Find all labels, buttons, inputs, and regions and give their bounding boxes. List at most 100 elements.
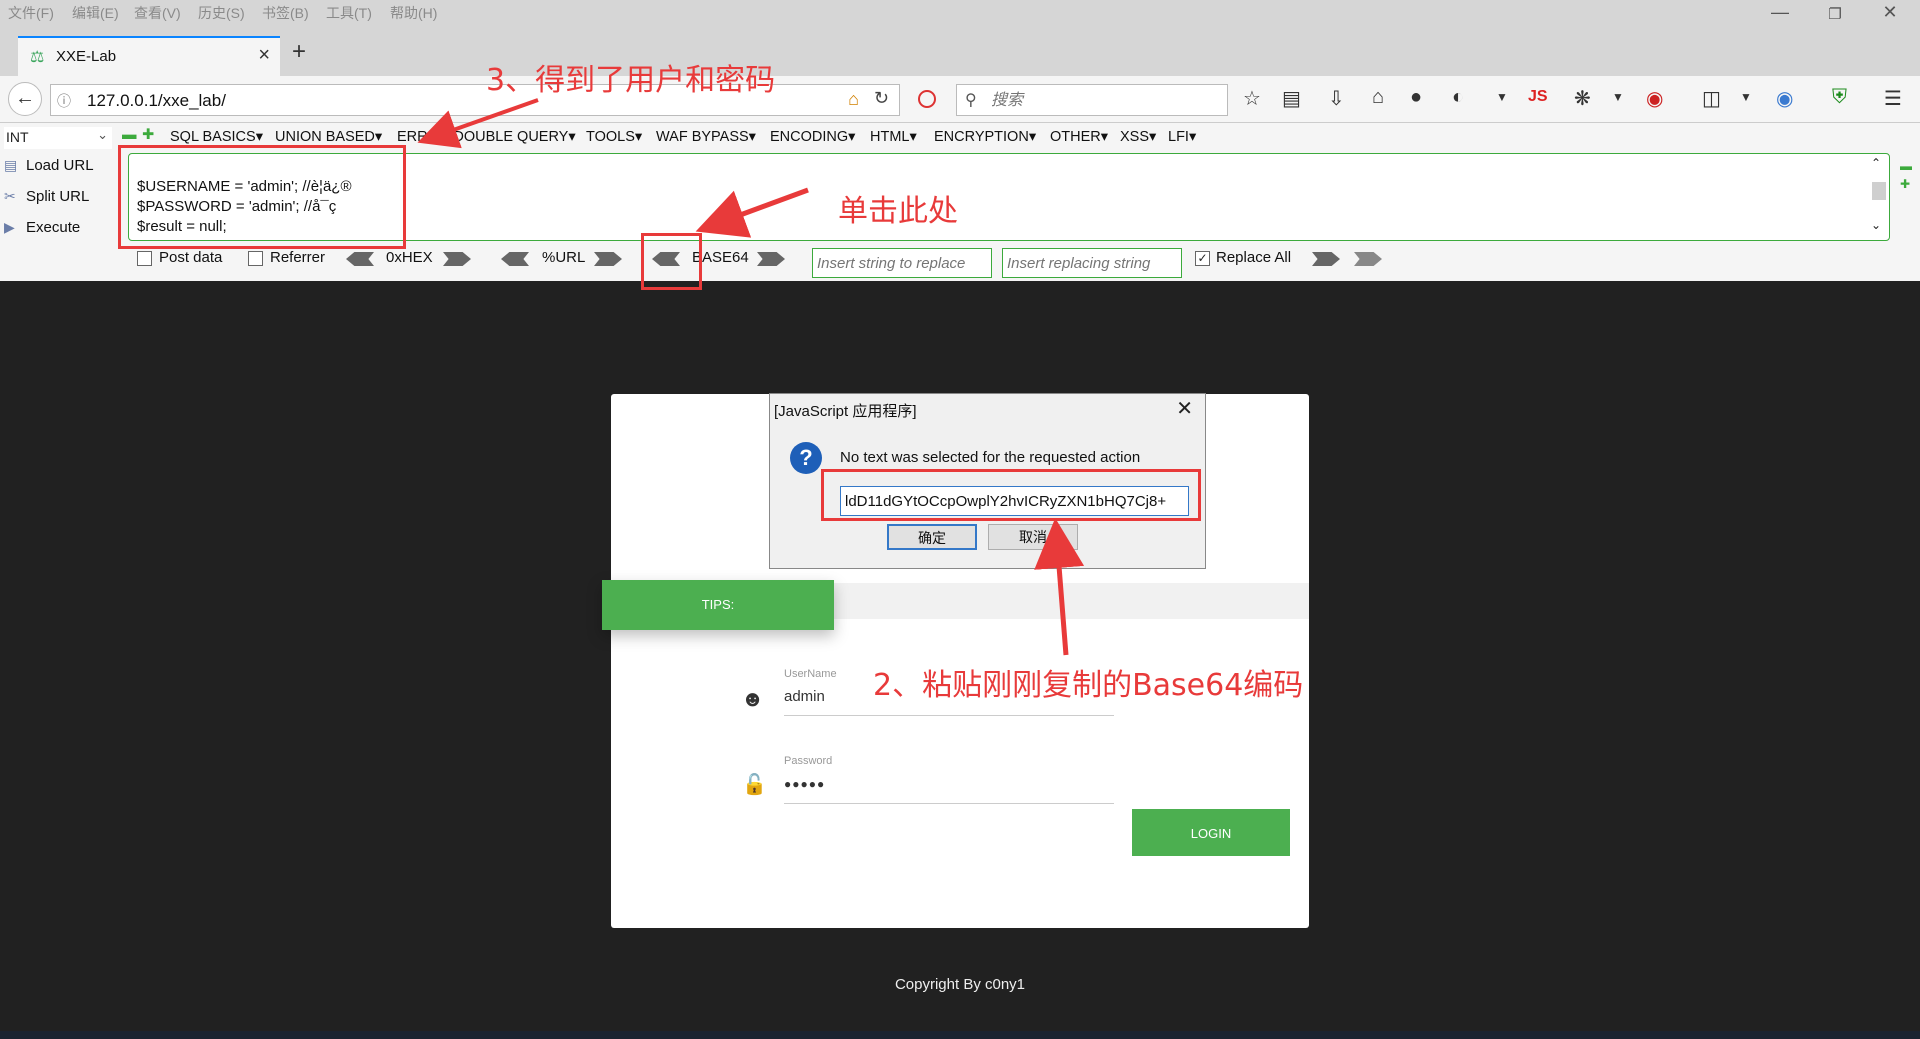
textarea-scrollbar[interactable]: ⌃ ⌄ [1869,156,1887,238]
replacing-string-input[interactable] [1002,248,1182,278]
replace-string-input[interactable] [812,248,992,278]
dropdown-icon[interactable]: ▼ [1612,90,1624,104]
menu-history[interactable]: 历史(S) [198,3,245,23]
hex-decode-icon[interactable] [346,252,374,266]
restore-icon[interactable]: ❐ [1815,5,1855,23]
back-button[interactable]: ← [8,82,42,116]
bug-icon[interactable]: ❋ [1574,86,1591,111]
replace-execute-icon[interactable] [1354,252,1382,266]
referrer-checkbox[interactable] [248,251,263,266]
hackbar-menu-waf-bypass[interactable]: WAF BYPASS▾ [656,129,756,145]
username-field[interactable]: admin [784,688,825,705]
hackbar-select[interactable]: INT ⌄ [4,127,112,149]
hackbar-menu-tools[interactable]: TOOLS▾ [586,129,642,145]
annotation-step3: 3、得到了用户和密码 [486,63,776,98]
menu-bar: 文件(F) 编辑(E) 查看(V) 历史(S) 书签(B) 工具(T) 帮助(H… [0,0,1920,24]
reader-list-icon[interactable]: ▤ [1282,86,1301,111]
split-url-button[interactable]: ✂ Split URL [4,188,89,205]
minimize-icon[interactable]: — [1760,2,1800,23]
url-decode-icon[interactable] [501,252,529,266]
username-label: UserName [784,668,837,680]
menu-label: WAF BYPASS [656,129,749,145]
menu-edit[interactable]: 编辑(E) [72,3,119,23]
home-page-icon[interactable]: ⌂ [848,89,859,110]
dropdown-icon[interactable]: ▼ [1496,90,1508,104]
plus-icon[interactable]: ✚ [142,127,154,143]
shield-icon[interactable]: ⛨ [1832,86,1847,109]
password-underline [784,803,1114,804]
hackbar-menu-sql-basics[interactable]: SQL BASICS▾ [170,129,263,145]
url-text[interactable]: 127.0.0.1/xxe_lab/ [87,91,226,111]
tab-bar: ⚖ XXE-Lab × + [0,24,1920,76]
globe-icon[interactable]: ● [1410,86,1422,109]
post-data-label: Post data [159,249,223,266]
palette-icon[interactable]: ◐ [1452,86,1464,109]
execute-label: Execute [26,219,81,236]
hackbar-menu-union-based[interactable]: UNION BASED▾ [275,129,382,145]
browser-tab[interactable]: ⚖ XXE-Lab × [18,36,280,76]
login-button[interactable]: LOGIN [1132,809,1290,856]
load-url-icon: ▤ [4,157,18,173]
highlight-base64-button [641,233,702,290]
hackbar-menu-xss[interactable]: XSS▾ [1120,129,1156,145]
post-data-checkbox[interactable] [137,251,152,266]
reload-icon[interactable]: ↻ [874,88,889,109]
highlight-dialog-input [821,469,1201,521]
hackbar-menu-encoding[interactable]: ENCODING▾ [770,129,855,145]
hackbar-menu-html[interactable]: HTML▾ [870,129,917,145]
js-icon[interactable]: JS [1528,88,1548,106]
url-label: %URL [542,249,586,266]
bookmark-star-icon[interactable]: ☆ [1243,86,1261,111]
dialog-message: No text was selected for the requested a… [840,449,1141,466]
share-icon[interactable]: ◫ [1702,86,1721,111]
download-icon[interactable]: ⇩ [1328,86,1345,111]
menu-view[interactable]: 查看(V) [134,3,181,23]
password-field[interactable]: ●●●●● [784,777,825,791]
menu-help[interactable]: 帮助(H) [390,3,437,23]
split-url-label: Split URL [26,188,90,205]
hamburger-menu-icon[interactable]: ☰ [1884,86,1902,111]
close-tab-icon[interactable]: × [258,44,270,67]
load-url-button[interactable]: ▤ Load URL [4,157,94,174]
menu-bookmarks[interactable]: 书签(B) [262,3,309,23]
scroll-up-icon[interactable]: ⌃ [1871,156,1881,170]
target-icon[interactable]: ◉ [1646,86,1663,111]
execute-button[interactable]: ▶ Execute [4,219,80,236]
scroll-down-icon[interactable]: ⌄ [1871,218,1881,232]
base64-encode-icon[interactable] [757,252,785,266]
tips-box: TIPS: [602,580,834,630]
hackbar-menu-encryption[interactable]: ENCRYPTION▾ [934,129,1036,145]
hackbar-menu-error-double-query[interactable]: ERROR/DOUBLE QUERY▾ [397,129,576,145]
close-window-icon[interactable]: ✕ [1870,2,1910,23]
hex-encode-icon[interactable] [443,252,471,266]
info-icon[interactable]: ⓘ [57,91,71,111]
hackbar-menu-other[interactable]: OTHER▾ [1050,129,1108,145]
annotation-click-here: 单击此处 [838,194,958,229]
hackbar-options: Post data Referrer 0xHEX %URL BASE64 ✓ R… [0,245,1920,278]
home-icon[interactable]: ⌂ [1372,86,1384,109]
translate-icon[interactable]: ◉ [1776,86,1793,111]
hackbar-menu-lfi[interactable]: LFI▾ [1168,129,1196,145]
dropdown-icon[interactable]: ▼ [1740,90,1752,104]
expand-icon[interactable]: ✚ [1900,177,1910,191]
cancel-button[interactable]: 取消 [988,524,1078,550]
username-underline [784,715,1114,716]
url-encode-icon[interactable] [594,252,622,266]
search-bar[interactable]: ⚲ [956,84,1228,116]
close-icon[interactable]: ✕ [1176,396,1193,421]
replace-all-checkbox[interactable]: ✓ [1195,251,1210,266]
search-input[interactable] [989,89,1223,113]
collapse-icon[interactable]: ▬ [1900,159,1912,173]
scroll-thumb[interactable] [1872,182,1886,200]
ok-button[interactable]: 确定 [887,524,977,550]
highlight-textarea [118,145,406,249]
split-url-icon: ✂ [4,188,16,204]
replace-right-icon[interactable] [1312,252,1340,266]
minus-icon[interactable]: ▬ [122,127,137,143]
new-tab-icon[interactable]: + [292,38,306,66]
noscript-icon[interactable] [918,90,936,108]
user-icon: ☻ [741,686,765,711]
menu-file[interactable]: 文件(F) [8,3,54,23]
menu-label: OTHER [1050,129,1101,145]
menu-tools[interactable]: 工具(T) [326,3,372,23]
